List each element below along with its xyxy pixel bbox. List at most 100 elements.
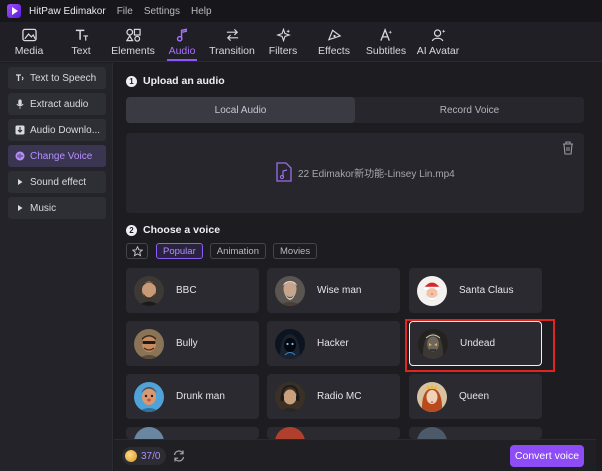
tool-effects[interactable]: Effects [304,21,364,61]
trash-icon[interactable] [562,141,574,155]
voice-card-bully[interactable]: Bully [126,321,259,366]
sidebar-item-change-voice[interactable]: Change Voice [8,145,106,167]
tab-record-voice[interactable]: Record Voice [355,97,584,123]
sidebar-item-text-to-speech[interactable]: Text to Speech [8,67,106,89]
subtitles-icon [378,28,394,42]
partial-portrait [417,427,447,439]
voice-filter-row: Popular Animation Movies [126,243,324,259]
voice-label: Wise man [317,285,362,296]
audio-file-icon [276,162,292,182]
coin-icon [125,450,137,462]
voice-card-partial[interactable] [126,427,259,439]
filters-icon [275,28,291,42]
menu-settings[interactable]: Settings [144,6,180,17]
voice-title: Choose a voice [143,224,221,236]
tool-filters[interactable]: Filters [262,21,304,61]
radio-mc-portrait [275,381,305,412]
tool-elements[interactable]: Elements [104,21,162,61]
upload-section-title: 1 Upload an audio [126,75,225,87]
tool-audio[interactable]: Audio [162,21,202,61]
tool-media[interactable]: Media [0,21,58,61]
audio-dropzone[interactable]: 22 Edimakor新功能-Linsey Lin.mp4 [126,133,584,213]
menu-file[interactable]: File [117,6,133,17]
voice-card-wise-man[interactable]: Wise man [267,268,400,313]
app-title: HitPaw Edimakor [29,5,106,17]
drunk-man-portrait [134,381,164,412]
microphone-icon [15,99,25,109]
voice-card-santa-claus[interactable]: Santa Claus [409,268,542,313]
voice-card-drunk-man[interactable]: Drunk man [126,374,259,419]
voice-label: Santa Claus [459,285,514,296]
filter-popular[interactable]: Popular [156,243,203,259]
star-icon [131,245,143,257]
tool-ai-avatar[interactable]: AI Avatar [408,21,468,61]
santa-portrait [417,275,447,306]
bully-portrait [134,328,164,359]
ai-avatar-icon [430,28,446,42]
change-voice-panel: 1 Upload an audio Local Audio Record Voi… [114,63,602,471]
credits-badge: 37/0 [122,447,167,465]
sidebar-item-music[interactable]: Music [8,197,106,219]
sidebar-item-label: Sound effect [30,176,86,188]
tool-transition[interactable]: Transition [202,21,262,61]
file-name-text: 22 Edimakor新功能-Linsey Lin.mp4 [298,168,455,180]
sidebar-item-sound-effect[interactable]: Sound effect [8,171,106,193]
menu-help[interactable]: Help [191,6,212,17]
voice-card-partial[interactable] [409,427,542,439]
voice-label: Bully [176,338,198,349]
sidebar-item-label: Extract audio [30,98,89,110]
upload-tabs: Local Audio Record Voice [126,97,584,123]
tool-text-label: Text [71,45,91,57]
tool-effects-label: Effects [318,45,350,57]
text-speech-icon [15,73,25,83]
scrollbar-track[interactable] [596,63,602,471]
audio-icon [174,28,190,42]
partial-portrait [275,427,305,439]
sidebar-item-label: Text to Speech [30,72,97,84]
voice-card-hacker[interactable]: Hacker [267,321,400,366]
tool-text[interactable]: Text [58,21,104,61]
voice-card-queen[interactable]: Queen [409,374,542,419]
refresh-icon[interactable] [172,449,186,463]
title-bar: HitPaw Edimakor File Settings Help [0,0,602,22]
triangle-right-icon [15,203,25,213]
triangle-right-icon [15,177,25,187]
voice-label: Hacker [317,338,349,349]
voice-card-partial[interactable] [267,427,400,439]
tool-elements-label: Elements [111,45,155,57]
filter-animation[interactable]: Animation [209,243,266,259]
main-toolbar: Media Text Elements Audio Transition Fil… [0,22,602,62]
partial-portrait [134,427,164,439]
convert-voice-button[interactable]: Convert voice [510,445,584,467]
tool-ai-avatar-label: AI Avatar [416,45,460,57]
tool-filters-label: Filters [268,45,298,57]
audio-sidebar: Text to Speech Extract audio Audio Downl… [0,63,113,471]
favorites-button[interactable] [126,243,148,259]
voice-card-radio-mc[interactable]: Radio MC [267,374,400,419]
sidebar-item-extract-audio[interactable]: Extract audio [8,93,106,115]
tool-subtitles[interactable]: Subtitles [364,21,408,61]
sidebar-item-label: Change Voice [30,150,93,162]
uploaded-file: 22 Edimakor新功能-Linsey Lin.mp4 [276,162,455,182]
filter-movies[interactable]: Movies [273,243,318,259]
voice-label: BBC [176,285,197,296]
sidebar-item-label: Audio Downlo... [30,124,101,136]
app-logo-icon [7,4,21,18]
voice-card-bbc[interactable]: BBC [126,268,259,313]
voice-label: Queen [459,391,490,402]
bottom-bar: 37/0 Convert voice [114,439,602,471]
step-badge: 1 [126,75,137,87]
tab-local-audio[interactable]: Local Audio [126,97,355,123]
voice-label: Drunk man [176,391,225,402]
tool-media-label: Media [14,45,44,57]
selection-highlight [405,319,555,372]
tool-transition-label: Transition [209,45,255,57]
credits-count: 37/0 [141,450,161,462]
sidebar-item-audio-download[interactable]: Audio Downlo... [8,119,106,141]
tool-subtitles-label: Subtitles [365,45,407,57]
old-man-portrait [275,275,305,306]
voice-section-title: 2 Choose a voice [126,224,220,236]
download-icon [15,125,25,135]
man-beard-portrait [134,275,164,306]
step-badge: 2 [126,224,137,236]
